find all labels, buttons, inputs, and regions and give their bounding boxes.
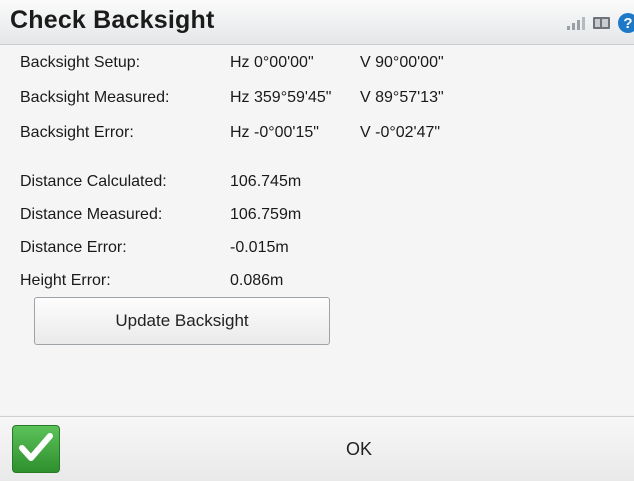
distance-calculated-label: Distance Calculated: [20, 173, 167, 190]
height-error-value: 0.086m [230, 272, 284, 289]
backsight-measured-label: Backsight Measured: [20, 89, 170, 106]
backsight-error-label: Backsight Error: [20, 124, 134, 141]
distance-measured-label: Distance Measured: [20, 206, 163, 223]
help-icon[interactable]: ? [618, 13, 634, 33]
title-bar: Check Backsight ? [0, 0, 634, 45]
backsight-panel: Backsight Setup: Hz 0°00'00" V 90°00'00"… [0, 45, 634, 415]
backsight-setup-hz: Hz 0°00'00" [230, 54, 314, 71]
window-title: Check Backsight [10, 6, 215, 34]
distance-error-label: Distance Error: [20, 239, 127, 256]
checkmark-icon [19, 432, 53, 467]
backsight-setup-v: V 90°00'00" [360, 54, 444, 71]
check-backsight-window: Check Backsight ? Backsight Setup: Hz 0°… [0, 0, 634, 481]
ok-label[interactable]: OK [346, 439, 372, 460]
footer-bar: OK [0, 416, 634, 481]
backsight-setup-label: Backsight Setup: [20, 54, 141, 71]
signal-bars-icon[interactable] [566, 14, 586, 32]
status-icons: ? [566, 12, 634, 34]
backsight-error-v: V -0°02'47" [360, 124, 441, 141]
distance-calculated-value: 106.745m [230, 173, 302, 190]
ok-check-button[interactable] [12, 425, 60, 473]
backsight-error-hz: Hz -0°00'15" [230, 124, 319, 141]
distance-measured-value: 106.759m [230, 206, 302, 223]
distance-error-value: -0.015m [230, 239, 289, 256]
battery-icon[interactable] [592, 14, 612, 32]
update-backsight-button[interactable]: Update Backsight [34, 297, 330, 345]
backsight-measured-hz: Hz 359°59'45" [230, 89, 332, 106]
height-error-label: Height Error: [20, 272, 111, 289]
backsight-measured-v: V 89°57'13" [360, 89, 444, 106]
